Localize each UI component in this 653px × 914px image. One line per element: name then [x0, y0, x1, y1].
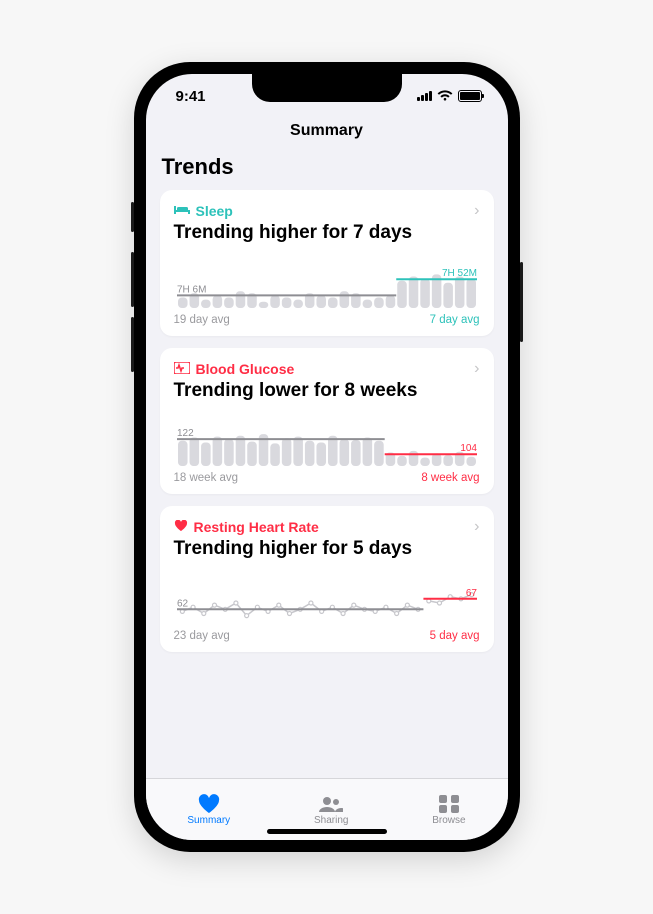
- left-legend: 23 day avg: [174, 630, 230, 642]
- trend-card-heart[interactable]: Resting Heart Rate › Trending higher for…: [160, 506, 494, 652]
- svg-text:104: 104: [460, 443, 477, 454]
- tab-browse[interactable]: Browse: [432, 794, 465, 826]
- chevron-right-icon: ›: [474, 360, 479, 378]
- right-legend: 8 week avg: [421, 472, 479, 484]
- heart-icon: [197, 794, 221, 814]
- svg-text:122: 122: [177, 428, 194, 439]
- svg-text:7H 6M: 7H 6M: [177, 284, 206, 295]
- card-label: Sleep: [196, 203, 233, 219]
- heart-icon: [174, 519, 188, 535]
- nav-title: Summary: [146, 118, 508, 150]
- card-label: Resting Heart Rate: [194, 519, 319, 535]
- card-headline: Trending lower for 8 weeks: [174, 380, 480, 402]
- glucose-chart: 122 104: [174, 412, 480, 470]
- status-time: 9:41: [176, 88, 206, 105]
- chevron-right-icon: ›: [474, 518, 479, 536]
- tab-label: Browse: [432, 815, 465, 826]
- people-icon: [317, 794, 345, 814]
- section-title: Trends: [160, 150, 494, 190]
- sleep-chart: 7H 6M 7H 52M: [174, 254, 480, 312]
- tab-label: Summary: [187, 815, 230, 826]
- svg-text:7H 52M: 7H 52M: [441, 268, 476, 279]
- svg-text:62: 62: [177, 598, 189, 609]
- glucose-icon: [174, 361, 190, 377]
- tab-sharing[interactable]: Sharing: [314, 794, 348, 826]
- chevron-right-icon: ›: [474, 202, 479, 220]
- tab-summary[interactable]: Summary: [187, 794, 230, 826]
- battery-icon: [458, 90, 482, 102]
- notch: [252, 74, 402, 102]
- wifi-icon: [437, 90, 453, 102]
- scroll-content[interactable]: Trends Sleep › Trending higher for 7 day…: [146, 150, 508, 778]
- heart-chart: 62 67: [174, 570, 480, 628]
- cellular-icon: [417, 91, 432, 101]
- left-legend: 19 day avg: [174, 314, 230, 326]
- trend-card-sleep[interactable]: Sleep › Trending higher for 7 days 7H 6M…: [160, 190, 494, 336]
- phone-frame: 9:41 Summary Trends Sleep: [134, 62, 520, 852]
- card-label: Blood Glucose: [196, 361, 295, 377]
- right-legend: 7 day avg: [430, 314, 480, 326]
- card-headline: Trending higher for 7 days: [174, 222, 480, 244]
- left-legend: 18 week avg: [174, 472, 239, 484]
- trend-card-glucose[interactable]: Blood Glucose › Trending lower for 8 wee…: [160, 348, 494, 494]
- svg-text:67: 67: [465, 588, 477, 599]
- right-legend: 5 day avg: [430, 630, 480, 642]
- status-icons: [417, 90, 482, 102]
- tab-label: Sharing: [314, 815, 348, 826]
- card-headline: Trending higher for 5 days: [174, 538, 480, 560]
- home-indicator[interactable]: [267, 829, 387, 834]
- grid-icon: [438, 794, 460, 814]
- bed-icon: [174, 203, 190, 219]
- screen: 9:41 Summary Trends Sleep: [146, 74, 508, 840]
